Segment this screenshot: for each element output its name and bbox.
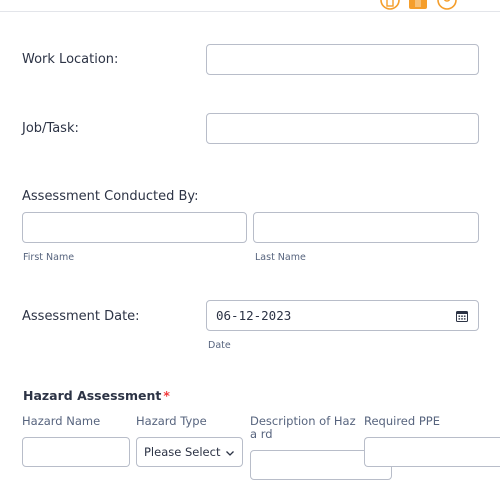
last-name-sublabel: Last Name (255, 252, 306, 263)
assessment-date-label: Assessment Date: (22, 309, 140, 324)
column-hazard-name: Hazard Name (22, 414, 101, 428)
assessment-date-value: 06-12-2023 (216, 308, 292, 323)
hazard-name-input[interactable] (22, 437, 130, 467)
person-circle-icon (437, 0, 457, 10)
header-icons (380, 0, 460, 12)
job-task-input[interactable] (206, 113, 479, 144)
job-task-label: Job/Task: (22, 121, 79, 136)
last-name-input[interactable] (253, 212, 479, 243)
chevron-down-icon (226, 451, 234, 456)
column-hazard-type: Hazard Type (136, 414, 207, 428)
work-location-label: Work Location: (22, 52, 119, 67)
hazard-type-selected: Please Select (144, 445, 221, 459)
required-marker: * (163, 388, 170, 403)
first-name-input[interactable] (22, 212, 247, 243)
first-name-sublabel: First Name (23, 252, 75, 263)
conducted-by-label: Assessment Conducted By: (22, 189, 199, 204)
column-description: Description of Haza rd (250, 414, 356, 441)
required-ppe-input[interactable] (364, 437, 500, 467)
work-location-input[interactable] (206, 44, 479, 75)
column-required-ppe: Required PPE (364, 414, 440, 428)
date-sublabel: Date (208, 340, 231, 351)
person-door-icon (380, 0, 400, 10)
hazard-assessment-title: Hazard Assessment * (23, 388, 170, 403)
hazard-assessment-title-text: Hazard Assessment (23, 388, 162, 403)
assessment-date-input[interactable]: 06-12-2023 (206, 300, 479, 331)
hazard-type-select[interactable]: Please Select (136, 437, 243, 467)
calendar-icon[interactable] (456, 310, 468, 322)
person-orange-icon (409, 0, 427, 9)
